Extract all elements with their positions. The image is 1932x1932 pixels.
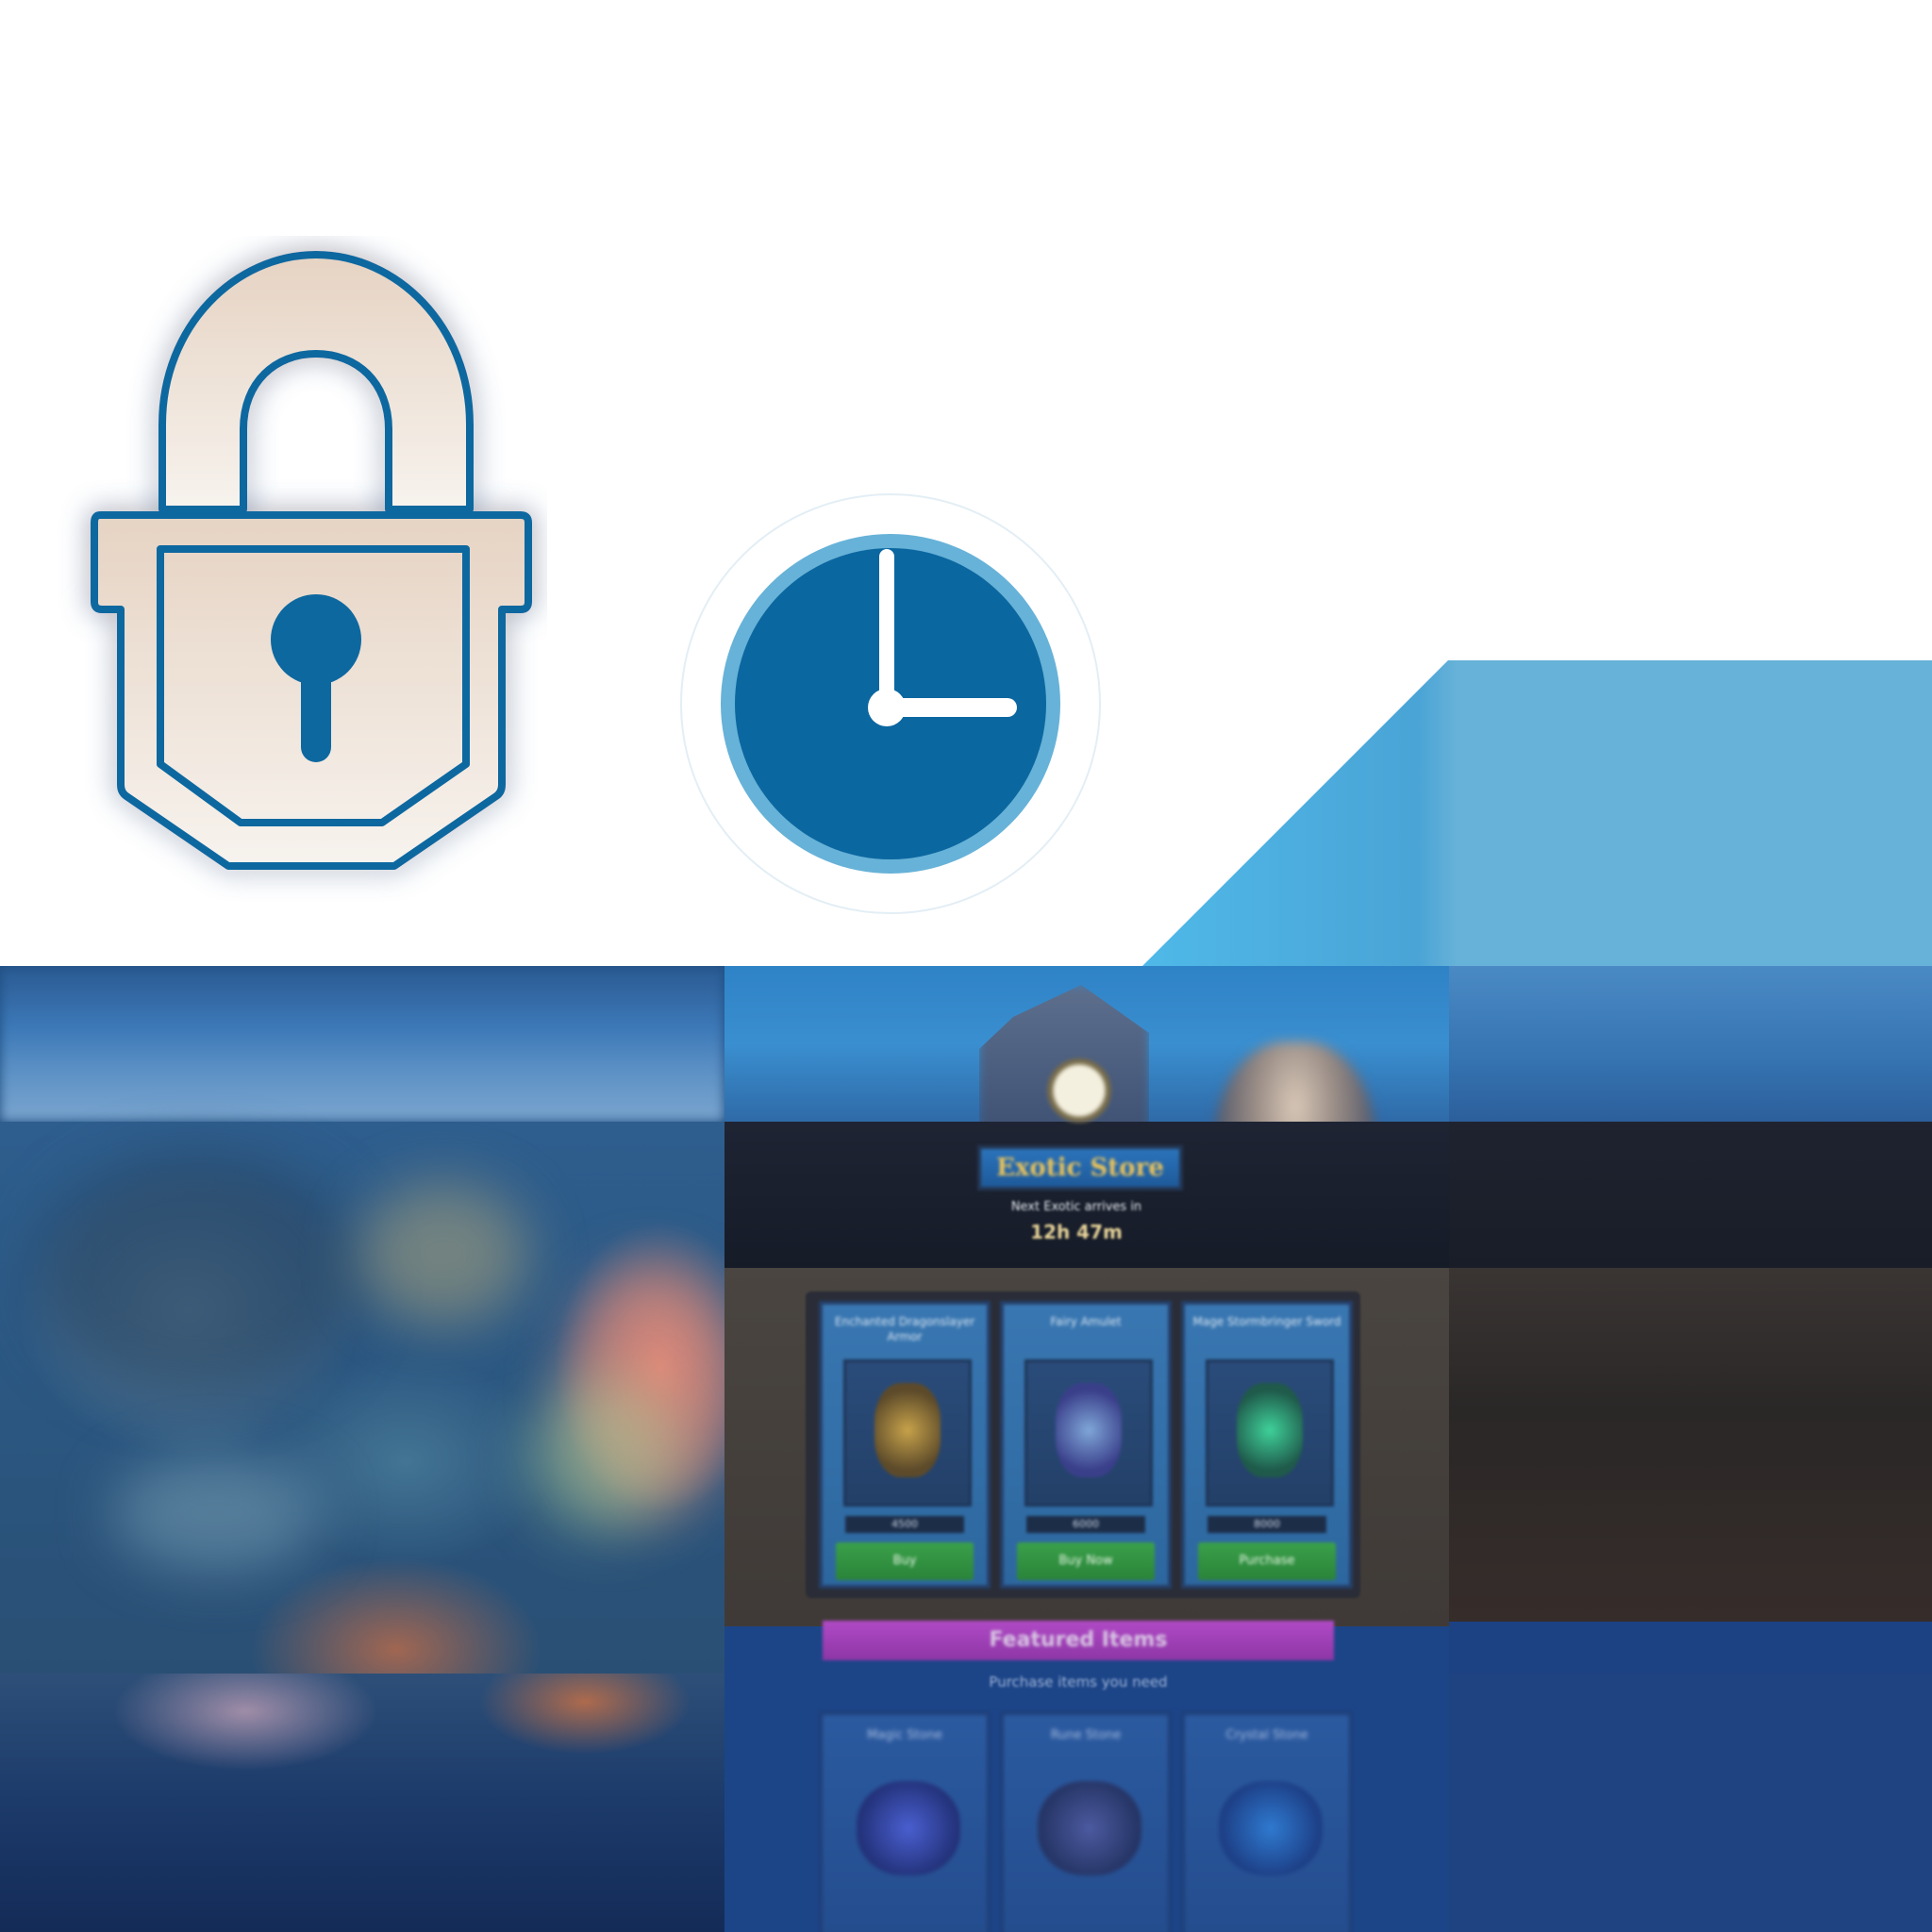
item-art — [1038, 1781, 1141, 1875]
shop-card[interactable]: Enchanted Dragonslayer Armor 4500 Buy — [819, 1301, 991, 1589]
shop-card[interactable]: Mage Stormbringer Sword 8000 Purchase — [1181, 1301, 1353, 1589]
featured-card-title: Crystal Stone — [1225, 1728, 1308, 1742]
shop-card-title: Fairy Amulet — [1050, 1315, 1122, 1328]
shop-card[interactable]: Fairy Amulet 6000 Buy Now — [1000, 1301, 1172, 1589]
shop-timer: 12h 47m — [1030, 1221, 1123, 1243]
featured-card-title: Magic Stone — [867, 1728, 942, 1742]
shop-timer-caption: Next Exotic arrives in — [1010, 1200, 1142, 1214]
item-price: 6000 — [1026, 1516, 1145, 1533]
featured-banner: Featured Items — [823, 1621, 1334, 1660]
featured-card-title: Rune Stone — [1050, 1728, 1122, 1742]
shop-screen-preview: Exotic Store Next Exotic arrives in 12h … — [724, 966, 1449, 1932]
sprite-atlas: Exotic Store Next Exotic arrives in 12h … — [0, 0, 1932, 1932]
item-art — [1024, 1359, 1153, 1507]
buy-button[interactable]: Buy Now — [1017, 1542, 1155, 1580]
item-art — [1206, 1359, 1334, 1507]
shop-title-banner: Exotic Store — [977, 1145, 1183, 1191]
item-price: 4500 — [845, 1516, 964, 1533]
featured-card[interactable]: Rune Stone — [1000, 1711, 1172, 1932]
shop-card-title: Enchanted Dragonslayer Armor — [834, 1315, 975, 1343]
featured-card[interactable]: Magic Stone — [819, 1711, 991, 1932]
edge-strip-tile — [1449, 966, 1932, 1932]
item-art — [1219, 1781, 1323, 1875]
clock-icon — [680, 493, 1101, 914]
corner-banner — [1141, 660, 1932, 967]
timer-clock-icon — [1047, 1058, 1111, 1123]
item-art — [857, 1781, 960, 1875]
item-art — [843, 1359, 972, 1507]
shop-title: Exotic Store — [996, 1154, 1164, 1182]
featured-title: Featured Items — [989, 1628, 1168, 1652]
buy-button[interactable]: Buy — [836, 1542, 974, 1580]
featured-card[interactable]: Crystal Stone — [1181, 1711, 1353, 1932]
featured-caption: Purchase items you need — [989, 1674, 1168, 1690]
shop-card-title: Mage Stormbringer Sword — [1192, 1315, 1341, 1328]
item-price: 8000 — [1208, 1516, 1326, 1533]
lock-icon — [91, 251, 532, 870]
buy-button[interactable]: Purchase — [1198, 1542, 1336, 1580]
background-art-tile — [0, 966, 724, 1932]
